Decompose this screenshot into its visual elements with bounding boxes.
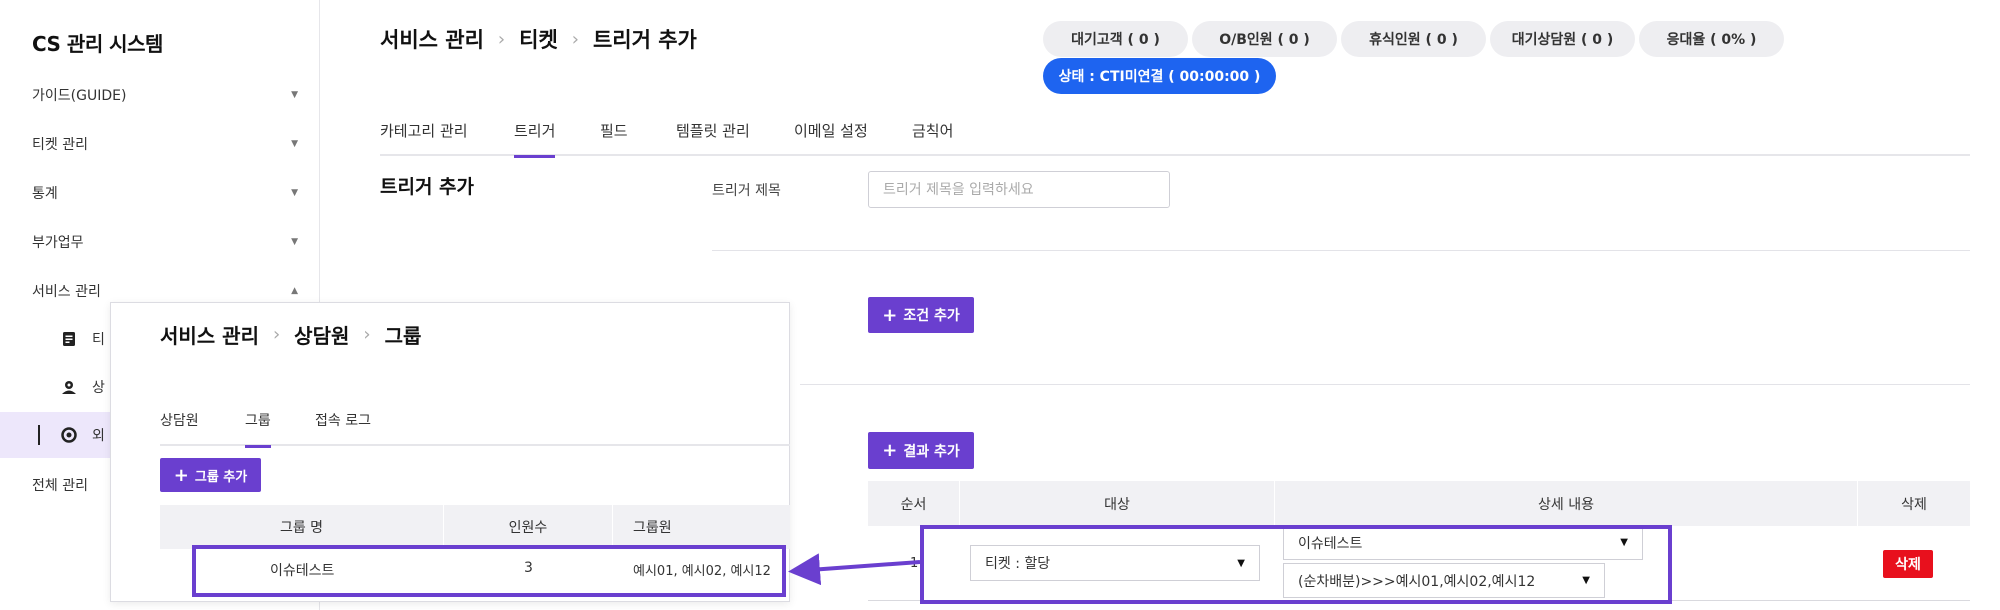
add-group-label: 그룹 추가 (194, 469, 248, 485)
active-indicator (38, 425, 40, 445)
stat-response-rate: 응대율 ( 0% ) (1639, 21, 1784, 57)
divider (800, 384, 1970, 385)
app-title: CS 관리 시스템 (32, 32, 163, 56)
breadcrumb-item[interactable]: 티켓 (519, 24, 558, 54)
tab-template[interactable]: 템플릿 관리 (676, 120, 750, 156)
sub-item-label: 티 (92, 332, 105, 348)
nav-item-label: 가이드(GUIDE) (32, 88, 127, 104)
breadcrumb: 서비스 관리 › 티켓 › 트리거 추가 (380, 24, 697, 54)
stat-waiting-agents: 대기상담원 ( 0 ) (1490, 21, 1635, 57)
chevron-right-icon: › (497, 28, 506, 50)
nav-item-stats[interactable]: 통계 ▼ (0, 173, 320, 213)
column-header: 대상 (960, 481, 1275, 526)
nav-item-extra[interactable]: 부가업무 ▼ (0, 222, 320, 262)
tab-trigger[interactable]: 트리거 (514, 120, 556, 158)
add-group-button[interactable]: + 그룹 추가 (160, 458, 261, 492)
add-result-label: 결과 추가 (903, 443, 960, 460)
chevron-down-icon: ▼ (291, 188, 298, 198)
chevron-down-icon: ▼ (291, 90, 298, 100)
add-result-button[interactable]: + 결과 추가 (868, 432, 974, 469)
chevron-right-icon: › (272, 324, 281, 345)
tab-access-log[interactable]: 접속 로그 (315, 410, 371, 446)
stat-ob-staff: O/B인원 ( 0 ) (1192, 21, 1337, 57)
section-title: 트리거 추가 (380, 176, 475, 198)
chevron-right-icon: › (571, 28, 579, 50)
tab-group[interactable]: 그룹 (245, 410, 271, 448)
stat-waiting-customers: 대기고객 ( 0 ) (1043, 21, 1188, 57)
gear-user-icon (60, 426, 78, 444)
sub-item-label: 외 (92, 428, 105, 444)
chevron-down-icon: ▼ (291, 237, 298, 247)
breadcrumb-item[interactable]: 상담원 (294, 320, 349, 349)
row-order: 1 (910, 556, 919, 571)
sub-item-label: 상 (92, 380, 105, 396)
column-header: 그룹 명 (160, 505, 444, 549)
group-row-highlight (192, 545, 786, 597)
chevron-down-icon: ▼ (291, 139, 298, 149)
tab-forbidden-words[interactable]: 금칙어 (912, 120, 953, 156)
plus-icon: + (882, 440, 898, 461)
add-condition-button[interactable]: + 조건 추가 (868, 297, 974, 333)
trigger-title-label: 트리거 제목 (712, 183, 781, 199)
tab-category[interactable]: 카테고리 관리 (380, 120, 468, 156)
nav-item-ticket[interactable]: 티켓 관리 ▼ (0, 124, 320, 164)
cti-status-badge[interactable]: 상태 : CTI미연결 ( 00:00:00 ) (1043, 58, 1276, 94)
trigger-title-input[interactable] (868, 171, 1170, 208)
group-table-header: 그룹 명 인원수 그룹원 (160, 505, 790, 549)
plus-icon: + (173, 464, 189, 486)
breadcrumb-item: 트리거 추가 (592, 28, 697, 52)
agent-icon (60, 378, 78, 396)
stat-break-staff: 휴식인원 ( 0 ) (1341, 21, 1486, 57)
delete-button[interactable]: 삭제 (1883, 550, 1933, 578)
tab-agent[interactable]: 상담원 (160, 410, 199, 446)
breadcrumb-item: 그룹 (384, 324, 422, 348)
column-header: 인원수 (444, 505, 613, 549)
popup-breadcrumb: 서비스 관리 › 상담원 › 그룹 (160, 320, 421, 349)
tab-email[interactable]: 이메일 설정 (794, 120, 868, 156)
nav-item-label: 부가업무 (32, 235, 84, 251)
tab-field[interactable]: 필드 (600, 120, 628, 156)
column-header: 그룹원 (633, 520, 672, 536)
nav-item-guide[interactable]: 가이드(GUIDE) ▼ (0, 75, 320, 115)
nav-item-label: 서비스 관리 (32, 284, 101, 300)
column-header: 순서 (868, 481, 960, 526)
nav-item-label: 통계 (32, 186, 58, 202)
result-table-header: 순서 대상 상세 내용 삭제 (868, 481, 1970, 526)
chevron-up-icon: ▲ (291, 286, 298, 296)
plus-icon: + (882, 304, 898, 326)
add-condition-label: 조건 추가 (903, 308, 960, 324)
chevron-right-icon: › (363, 324, 371, 345)
divider (712, 250, 1970, 251)
popup-tabs: 상담원 그룹 접속 로그 (160, 408, 790, 448)
nav-item-label: 전체 관리 (32, 478, 88, 494)
breadcrumb-item[interactable]: 서비스 관리 (160, 320, 259, 349)
document-icon (60, 330, 78, 348)
service-tabs: 카테고리 관리 트리거 필드 템플릿 관리 이메일 설정 금칙어 (380, 118, 1970, 158)
breadcrumb-item[interactable]: 서비스 관리 (380, 24, 484, 54)
result-row-highlight (920, 525, 1672, 604)
nav-item-label: 티켓 관리 (32, 137, 88, 153)
column-header: 삭제 (1901, 496, 1927, 513)
column-header: 상세 내용 (1275, 481, 1858, 526)
